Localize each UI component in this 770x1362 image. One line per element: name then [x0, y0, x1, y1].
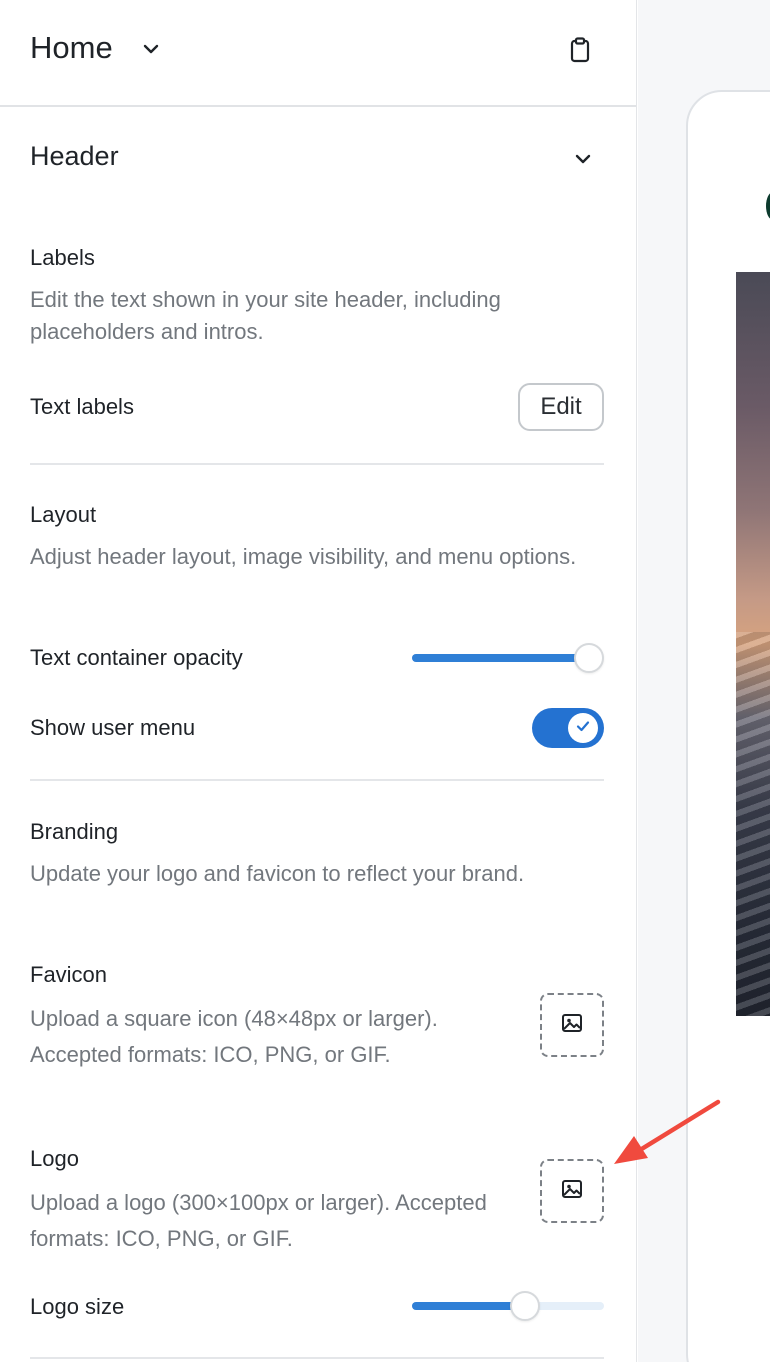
logo-upload-button[interactable]: [540, 1159, 604, 1223]
logo-size-label: Logo size: [30, 1294, 125, 1319]
branding-title: Branding: [30, 819, 119, 844]
clipboard-icon[interactable]: [566, 36, 594, 64]
sidebar-topbar: Home: [0, 0, 636, 107]
slider-thumb[interactable]: [510, 1291, 541, 1321]
text-container-opacity-slider[interactable]: [412, 643, 604, 673]
image-icon: [561, 1178, 583, 1205]
page-selector-title[interactable]: Home: [30, 30, 113, 66]
chevron-down-icon[interactable]: [140, 38, 162, 60]
preview-site-header: [736, 140, 770, 272]
toggle-knob: [568, 713, 598, 743]
text-labels-label: Text labels: [30, 394, 134, 419]
favicon-upload-button[interactable]: [540, 993, 604, 1057]
favicon-title: Favicon: [30, 962, 108, 987]
section-title-header[interactable]: Header: [30, 141, 119, 172]
divider: [30, 1357, 604, 1359]
layout-description: Adjust header layout, image visibility, …: [30, 544, 577, 569]
logo-size-slider[interactable]: [412, 1291, 604, 1321]
branding-description: Update your logo and favicon to reflect …: [30, 861, 525, 886]
labels-description: Edit the text shown in your site header,…: [30, 287, 501, 344]
logo-title: Logo: [30, 1146, 79, 1171]
annotation-arrow-icon: [600, 1092, 730, 1172]
check-icon: [575, 718, 591, 739]
divider: [30, 779, 604, 781]
image-icon: [561, 1012, 583, 1039]
chevron-down-icon[interactable]: [572, 148, 594, 170]
logo-description: Upload a logo (300×100px or larger). Acc…: [30, 1190, 487, 1251]
settings-sidebar: Home Header Labels Edit the text shown i…: [0, 0, 637, 1362]
slider-thumb[interactable]: [574, 643, 604, 673]
edit-text-labels-button[interactable]: Edit: [518, 383, 604, 431]
layout-title: Layout: [30, 502, 97, 527]
show-user-menu-toggle[interactable]: [532, 708, 604, 748]
labels-title: Labels: [30, 245, 95, 270]
slider-fill: [412, 1302, 526, 1310]
divider: [30, 463, 604, 465]
slider-fill: [412, 654, 589, 662]
show-user-menu-label: Show user menu: [30, 715, 196, 740]
text-container-opacity-label: Text container opacity: [30, 645, 243, 670]
favicon-description: Upload a square icon (48×48px or larger)…: [30, 1006, 438, 1067]
preview-hero-image: [736, 272, 770, 1016]
